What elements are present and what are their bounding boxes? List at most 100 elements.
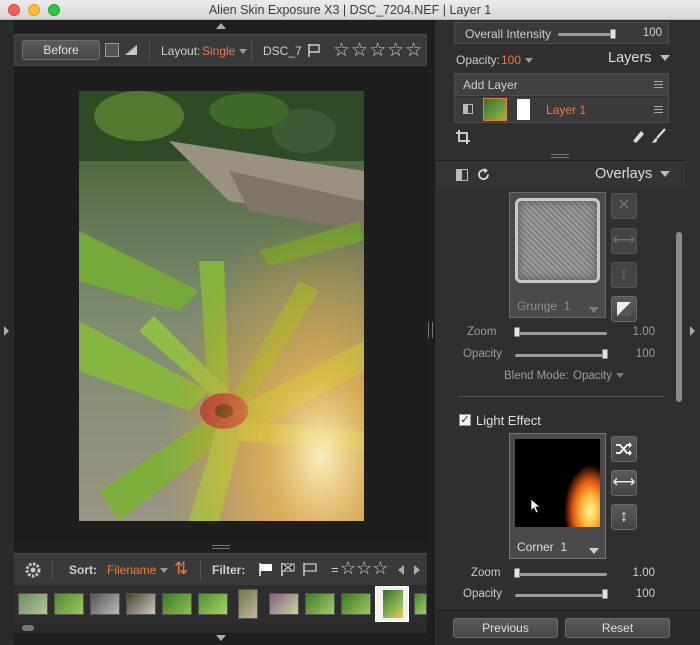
before-button[interactable]: Before xyxy=(22,40,100,60)
filter-label: Filter: xyxy=(212,563,246,577)
add-layer-label: Add Layer xyxy=(463,78,518,92)
collapse-filmstrip-handle[interactable] xyxy=(212,545,230,549)
layer-mask-thumbnail[interactable] xyxy=(517,99,530,120)
flip-vertical-grunge-button[interactable]: ↕ xyxy=(611,262,637,288)
layer-menu-icon-bar xyxy=(654,109,663,110)
layer-menu-icon[interactable] xyxy=(654,106,663,113)
layers-menu-icon-bar xyxy=(654,84,663,85)
split-view-icon[interactable] xyxy=(105,43,119,57)
collapse-bottom-icon[interactable] xyxy=(216,635,226,641)
light-zoom-value: 1.00 xyxy=(632,567,655,579)
expand-right-icon[interactable] xyxy=(690,326,695,336)
grunge-thumbnail xyxy=(515,198,600,283)
light-opacity-slider-knob[interactable] xyxy=(602,589,608,599)
light-zoom-slider[interactable] xyxy=(515,573,607,576)
filmstrip-thumbnail[interactable] xyxy=(341,593,371,615)
overall-intensity-slider[interactable] xyxy=(558,33,612,36)
filmstrip-thumbnail[interactable] xyxy=(238,589,258,619)
flag-filter-picked-icon[interactable] xyxy=(258,562,274,577)
layers-panel-header[interactable]: Layers xyxy=(608,50,670,66)
collapse-top-icon[interactable] xyxy=(216,23,226,29)
filmstrip-thumbnail[interactable] xyxy=(198,593,228,615)
filmstrip-toolbar: Sort: Filename ⇅ Filter: = ☆☆☆ xyxy=(14,553,427,585)
layer-opacity-value: 100 xyxy=(501,53,522,67)
layer-visibility-icon[interactable] xyxy=(463,104,473,114)
filmstrip-prev-arrow-icon[interactable] xyxy=(398,565,404,575)
layer-name: Layer 1 xyxy=(546,103,587,117)
sort-direction-icon[interactable]: ⇅ xyxy=(174,559,188,579)
light-effect-tile[interactable]: Corner 1 xyxy=(509,433,606,559)
selected-thumbnail-image xyxy=(383,590,403,618)
sort-dropdown[interactable]: Filename xyxy=(107,563,169,577)
previous-button[interactable]: Previous xyxy=(453,618,558,638)
star-rating[interactable]: ☆☆☆☆☆ xyxy=(333,39,423,62)
layout-value: Single xyxy=(202,44,236,58)
filmstrip-scrollbar[interactable] xyxy=(14,623,427,633)
chevron-down-icon xyxy=(660,171,671,178)
add-layer-row[interactable]: Add Layer xyxy=(455,74,668,96)
chevron-down-icon[interactable] xyxy=(589,548,599,554)
overlays-toggle-icon[interactable] xyxy=(456,169,468,181)
left-panel-collapse[interactable] xyxy=(0,20,14,645)
toolbar-divider xyxy=(52,560,53,580)
flag-filter-rejected-icon[interactable] xyxy=(280,562,296,577)
light-opacity-slider[interactable] xyxy=(515,594,607,597)
blend-mode-dropdown[interactable]: Opacity xyxy=(573,370,624,382)
overlays-panel-header[interactable]: Overlays xyxy=(595,166,671,182)
invert-grunge-button[interactable] xyxy=(611,296,637,322)
grunge-overlay-tile[interactable]: Grunge 1 xyxy=(509,192,606,318)
filmstrip-thumbnail-selected[interactable] xyxy=(375,586,409,622)
layout-label: Layout: xyxy=(161,44,201,58)
grunge-zoom-slider[interactable] xyxy=(515,332,607,335)
expand-left-icon xyxy=(4,326,9,336)
layer-opacity-dropdown[interactable]: 100 xyxy=(501,53,534,67)
collapse-right-handle[interactable] xyxy=(428,322,433,338)
layer-row[interactable]: Layer 1 xyxy=(455,97,668,122)
chevron-down-icon[interactable] xyxy=(589,307,599,313)
filmstrip-next-arrow-icon[interactable] xyxy=(414,565,420,575)
compare-view-icon[interactable] xyxy=(123,42,139,58)
filmstrip-thumbnail[interactable] xyxy=(90,593,120,615)
grunge-opacity-slider-knob[interactable] xyxy=(602,349,608,359)
photo-preview[interactable] xyxy=(79,91,364,521)
rating-filter-equals[interactable]: = xyxy=(331,562,339,577)
brush-icon[interactable] xyxy=(651,128,667,144)
flag-icon[interactable] xyxy=(307,43,321,58)
layout-dropdown[interactable]: Single xyxy=(202,44,248,58)
filmstrip-thumbnail[interactable] xyxy=(18,593,48,615)
filmstrip-thumbnail[interactable] xyxy=(269,593,299,615)
light-zoom-slider-knob[interactable] xyxy=(514,568,520,578)
grunge-name-text: Grunge xyxy=(517,299,558,313)
layers-menu-icon[interactable] xyxy=(654,81,663,88)
overall-intensity-slider-knob[interactable] xyxy=(610,29,616,39)
overlays-header: Overlays xyxy=(436,160,685,188)
panel-resize-handle[interactable] xyxy=(551,154,569,158)
filmstrip-scrollbar-thumb[interactable] xyxy=(22,625,34,631)
overlays-scrollbar[interactable] xyxy=(676,232,682,402)
rating-filter-stars[interactable]: ☆☆☆ xyxy=(340,558,388,579)
reset-button[interactable]: Reset xyxy=(565,618,670,638)
layer-thumbnail[interactable] xyxy=(483,98,507,121)
flip-horizontal-grunge-button[interactable]: ⟷ xyxy=(611,228,637,254)
filmstrip-thumbnail[interactable] xyxy=(305,593,335,615)
flag-filter-unflagged-icon[interactable] xyxy=(302,562,318,577)
reset-overlays-icon[interactable] xyxy=(476,167,491,182)
eraser-icon[interactable] xyxy=(630,128,646,144)
light-effect-checkbox[interactable]: ✓ xyxy=(459,414,471,426)
grunge-zoom-label: Zoom xyxy=(467,326,497,338)
filmstrip-thumbnail[interactable] xyxy=(54,593,84,615)
grunge-zoom-slider-knob[interactable] xyxy=(514,327,520,337)
flip-vertical-light-button[interactable]: ↕ xyxy=(611,504,637,530)
gear-icon[interactable] xyxy=(24,561,42,579)
random-light-effect-button[interactable] xyxy=(611,436,637,462)
toolbar-divider xyxy=(149,41,150,61)
filmstrip-thumbnail[interactable] xyxy=(162,593,192,615)
shuffle-icon xyxy=(616,442,632,456)
filmstrip-thumbnail[interactable] xyxy=(126,593,156,615)
filmstrip-thumbnail[interactable] xyxy=(414,593,427,615)
remove-grunge-button[interactable]: ✕ xyxy=(611,193,637,219)
crop-icon[interactable] xyxy=(455,129,471,145)
flip-horizontal-light-button[interactable]: ⟷ xyxy=(611,470,637,496)
light-effect-number: 1 xyxy=(560,540,568,554)
grunge-opacity-slider[interactable] xyxy=(515,354,607,357)
